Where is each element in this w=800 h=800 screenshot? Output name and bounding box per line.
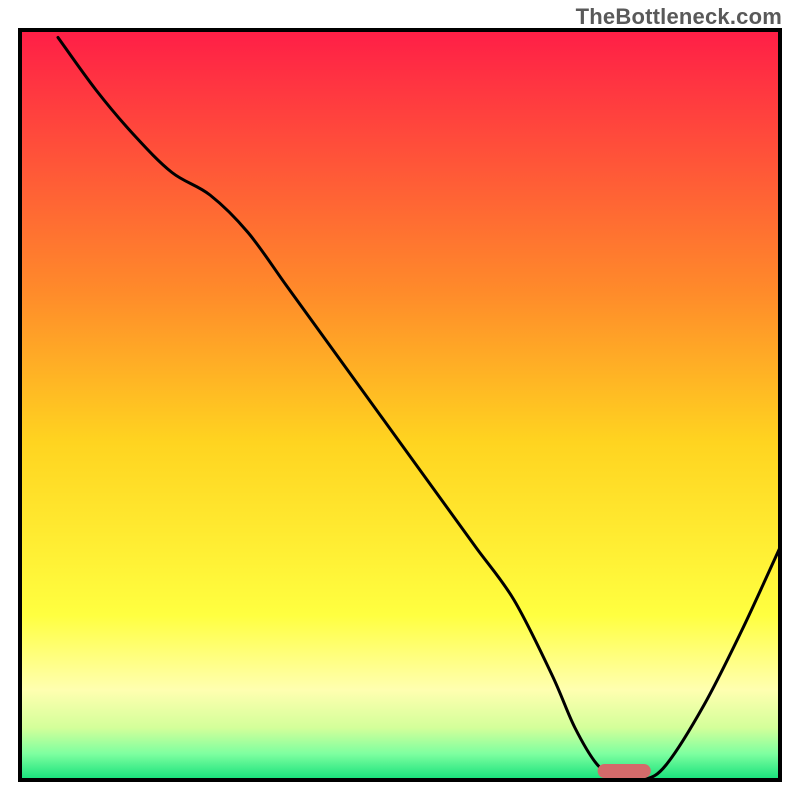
chart-svg (0, 0, 800, 800)
bottleneck-chart (0, 0, 800, 800)
watermark-text: TheBottleneck.com (576, 4, 782, 30)
optimal-range-marker (598, 764, 651, 778)
chart-background-gradient (20, 30, 780, 780)
